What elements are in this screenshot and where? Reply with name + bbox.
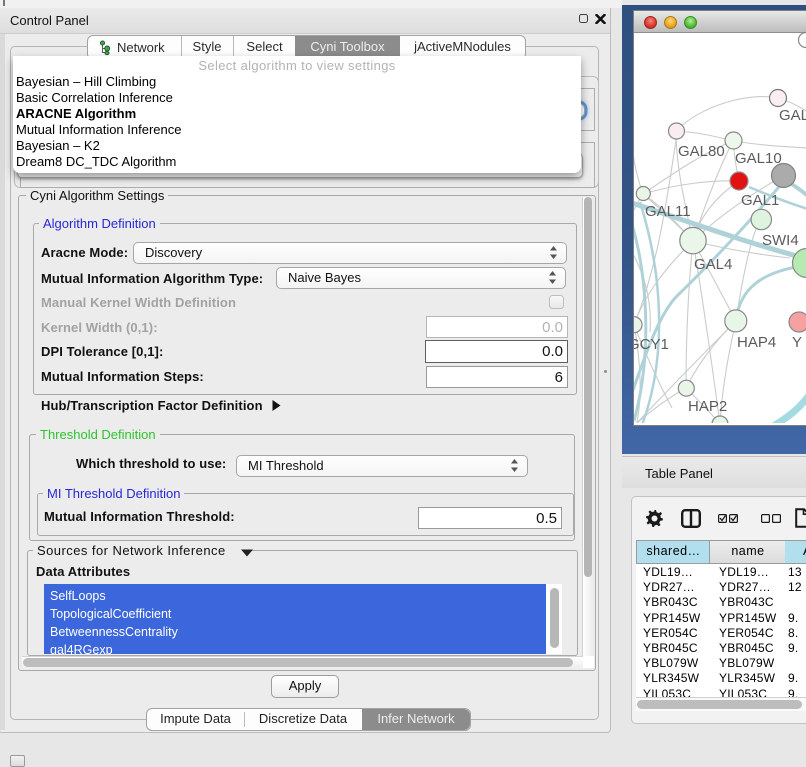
svg-text:Y: Y: [792, 334, 802, 351]
svg-text:GCY1: GCY1: [634, 336, 669, 353]
svg-text:GAL80: GAL80: [678, 143, 725, 160]
svg-text:GAL1: GAL1: [741, 192, 779, 209]
svg-text:HAP2: HAP2: [688, 398, 727, 415]
svg-text:GAL11: GAL11: [645, 203, 691, 220]
svg-text:HAP4: HAP4: [737, 334, 776, 351]
svg-text:GAL4: GAL4: [694, 256, 732, 273]
svg-text:GAL10: GAL10: [735, 150, 782, 167]
svg-text:SWI4: SWI4: [762, 232, 799, 249]
svg-text:GAL7: GAL7: [779, 107, 806, 124]
